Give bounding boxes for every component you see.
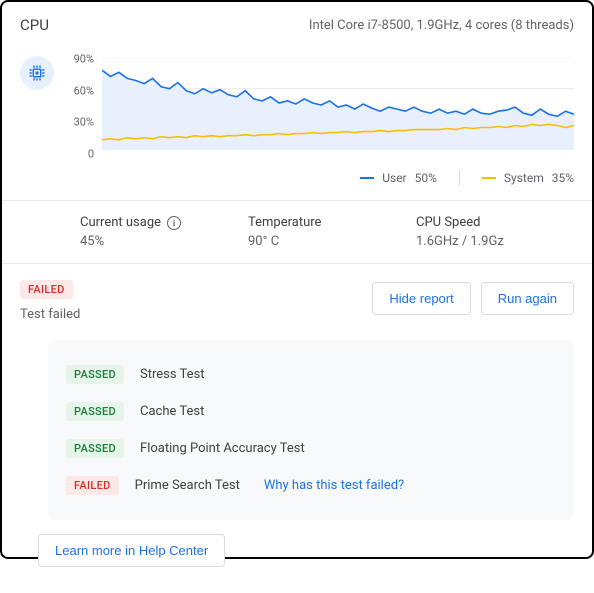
usage-chart: 90% 60% 30% 0 [64, 52, 574, 162]
legend-divider [459, 170, 460, 186]
test-item-name: Cache Test [140, 404, 204, 419]
legend-system-value: 35% [552, 171, 574, 185]
test-header: FAILED Test failed Hide report Run again [20, 278, 574, 322]
y-tick: 90% [74, 52, 94, 65]
test-item-name: Prime Search Test [135, 478, 240, 493]
cpu-spec: Intel Core i7-8500, 1.9GHz, 4 cores (8 t… [309, 18, 574, 33]
test-section: FAILED Test failed Hide report Run again… [2, 263, 592, 593]
stat-temp-label: Temperature [248, 215, 321, 230]
info-icon[interactable]: i [167, 216, 181, 230]
stat-temp-value: 90° C [248, 234, 406, 249]
test-item-badge: PASSED [66, 439, 124, 458]
card-title: CPU [20, 16, 49, 34]
test-list: PASSED Stress Test PASSED Cache Test PASSED F… [48, 340, 574, 520]
test-item-badge: PASSED [66, 402, 124, 421]
cpu-icon [20, 56, 54, 90]
chart-area: 90% 60% 30% 0 [2, 44, 592, 162]
legend-user: User 50% [360, 171, 437, 185]
overall-status-badge: FAILED [20, 280, 73, 299]
test-item-badge: PASSED [66, 365, 124, 384]
overall-status-text: Test failed [20, 307, 80, 322]
test-item: PASSED Cache Test [66, 393, 556, 430]
stat-speed: CPU Speed 1.6GHz / 1.9Gz [416, 215, 574, 249]
stat-temp: Temperature 90° C [248, 215, 406, 249]
card-header: CPU Intel Core i7-8500, 1.9GHz, 4 cores … [2, 2, 592, 44]
y-tick: 0 [88, 148, 94, 161]
y-tick: 30% [74, 116, 94, 129]
test-item-name: Stress Test [140, 367, 205, 382]
test-item: PASSED Stress Test [66, 356, 556, 393]
test-item: FAILED Prime Search Test Why has this test… [66, 467, 556, 504]
run-again-button[interactable]: Run again [481, 282, 574, 315]
legend-system: System 35% [482, 171, 574, 185]
legend-swatch-user [360, 177, 374, 179]
chart-legend: User 50% System 35% [2, 162, 592, 200]
legend-system-label: System [504, 171, 544, 185]
stat-speed-label: CPU Speed [416, 215, 480, 230]
legend-user-label: User [382, 171, 406, 185]
hide-report-button[interactable]: Hide report [372, 282, 470, 315]
y-tick: 60% [74, 84, 94, 97]
stats-row: Current usage i 45% Temperature 90° C CP… [2, 200, 592, 263]
stat-usage-label: Current usage [80, 215, 161, 230]
stat-speed-value: 1.6GHz / 1.9Gz [416, 234, 574, 249]
chart-svg [102, 58, 574, 150]
learn-more-button[interactable]: Learn more in Help Center [38, 534, 225, 567]
stat-usage-value: 45% [80, 234, 238, 249]
test-item-help-link[interactable]: Why has this test failed? [264, 478, 404, 493]
y-axis-labels: 90% 60% 30% 0 [64, 52, 98, 162]
test-item: PASSED Floating Point Accuracy Test [66, 430, 556, 467]
stat-usage: Current usage i 45% [80, 215, 238, 249]
legend-swatch-system [482, 177, 496, 179]
test-item-name: Floating Point Accuracy Test [140, 441, 305, 456]
legend-user-value: 50% [415, 171, 437, 185]
test-item-badge: FAILED [66, 476, 119, 495]
